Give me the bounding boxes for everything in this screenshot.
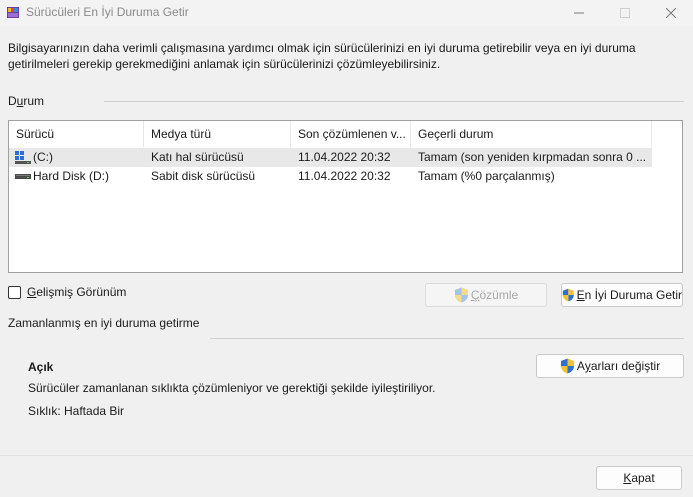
media-type: Katı hal sürücüsü [151, 150, 244, 164]
uac-shield-icon [560, 358, 574, 374]
optimize-button[interactable]: En İyi Duruma Getir [561, 283, 683, 307]
media-type: Sabit disk sürücüsü [151, 169, 256, 183]
close-icon [666, 8, 676, 18]
change-settings-label: arları değiştir [590, 359, 661, 373]
scheduled-group-label: Zamanlanmış en iyi duruma getirme [8, 316, 200, 330]
hard-disk-icon [15, 174, 31, 179]
defrag-window: Sürücüleri En İyi Duruma Getir Bilgisaya… [0, 0, 693, 497]
drive-name: (C:) [33, 150, 53, 164]
minimize-button[interactable] [556, 0, 602, 26]
column-header-media-type[interactable]: Medya türü [144, 121, 291, 147]
close-label-accel: K [623, 471, 632, 485]
current-status: Tamam (son yeniden kırpmadan sonra 0 ... [418, 150, 647, 164]
maximize-icon [620, 8, 630, 18]
status-label-suffix: rum [23, 94, 45, 108]
advanced-view-label[interactable]: Gelişmiş Görünüm [27, 285, 126, 299]
status-group-divider [104, 101, 684, 102]
column-header-last-analyzed[interactable]: Son çözümlenen v... [291, 121, 411, 147]
table-row[interactable]: Hard Disk (D:) Sabit disk sürücüsü 11.04… [9, 167, 652, 186]
analyze-label-accel: Ç [470, 288, 480, 302]
schedule-description: Sürücüler zamanlanan sıklıkta çözümleniy… [28, 381, 436, 395]
analyze-label: özümle [479, 288, 519, 302]
last-analyzed: 11.04.2022 20:32 [298, 150, 391, 164]
advanced-view-label-accel: G [27, 285, 37, 299]
table-row[interactable]: (C:) Katı hal sürücüsü 11.04.2022 20:32 … [9, 148, 652, 167]
advanced-view-label-suffix: elişmiş Görünüm [36, 285, 127, 299]
current-status: Tamam (%0 parçalanmış) [418, 169, 555, 183]
change-settings-label-prefix: A [576, 359, 585, 373]
column-header-status[interactable]: Geçerli durum [411, 121, 652, 147]
uac-shield-icon [454, 287, 468, 303]
analyze-button[interactable]: Çözümle [425, 283, 547, 307]
close-button[interactable]: Kapat [596, 466, 682, 490]
close-window-button[interactable] [648, 0, 693, 26]
column-header-drive[interactable]: Sürücü [9, 121, 144, 147]
change-settings-button[interactable]: Ay arları değiştir [536, 354, 684, 378]
windows-drive-icon [15, 151, 31, 164]
minimize-icon [574, 12, 584, 14]
last-analyzed: 11.04.2022 20:32 [298, 169, 391, 183]
status-label-prefix: D [8, 94, 17, 108]
drive-name: Hard Disk (D:) [33, 169, 110, 183]
app-icon [7, 7, 19, 18]
drives-list-header: Sürücü Medya türü Son çözümlenen v... Ge… [9, 121, 682, 147]
status-group-label: Durum [8, 94, 44, 108]
schedule-frequency: Sıklık: Haftada Bir [28, 404, 125, 418]
close-label: apat [631, 471, 655, 485]
scheduled-group-divider [210, 338, 684, 339]
window-title: Sürücüleri En İyi Duruma Getir [26, 5, 189, 19]
optimize-label: n İyi Duruma Getir [584, 288, 682, 302]
dialog-footer [0, 455, 693, 497]
uac-shield-icon [562, 288, 574, 302]
optimize-label-accel: E [576, 288, 585, 302]
advanced-view-checkbox[interactable] [8, 286, 21, 299]
schedule-status: Açık [28, 360, 54, 374]
intro-text: Bilgisayarınızın daha verimli çalışmasın… [8, 41, 636, 71]
title-bar[interactable]: Sürücüleri En İyi Duruma Getir [0, 0, 693, 26]
maximize-button [602, 0, 648, 26]
drives-list[interactable]: Sürücü Medya türü Son çözümlenen v... Ge… [8, 120, 683, 273]
